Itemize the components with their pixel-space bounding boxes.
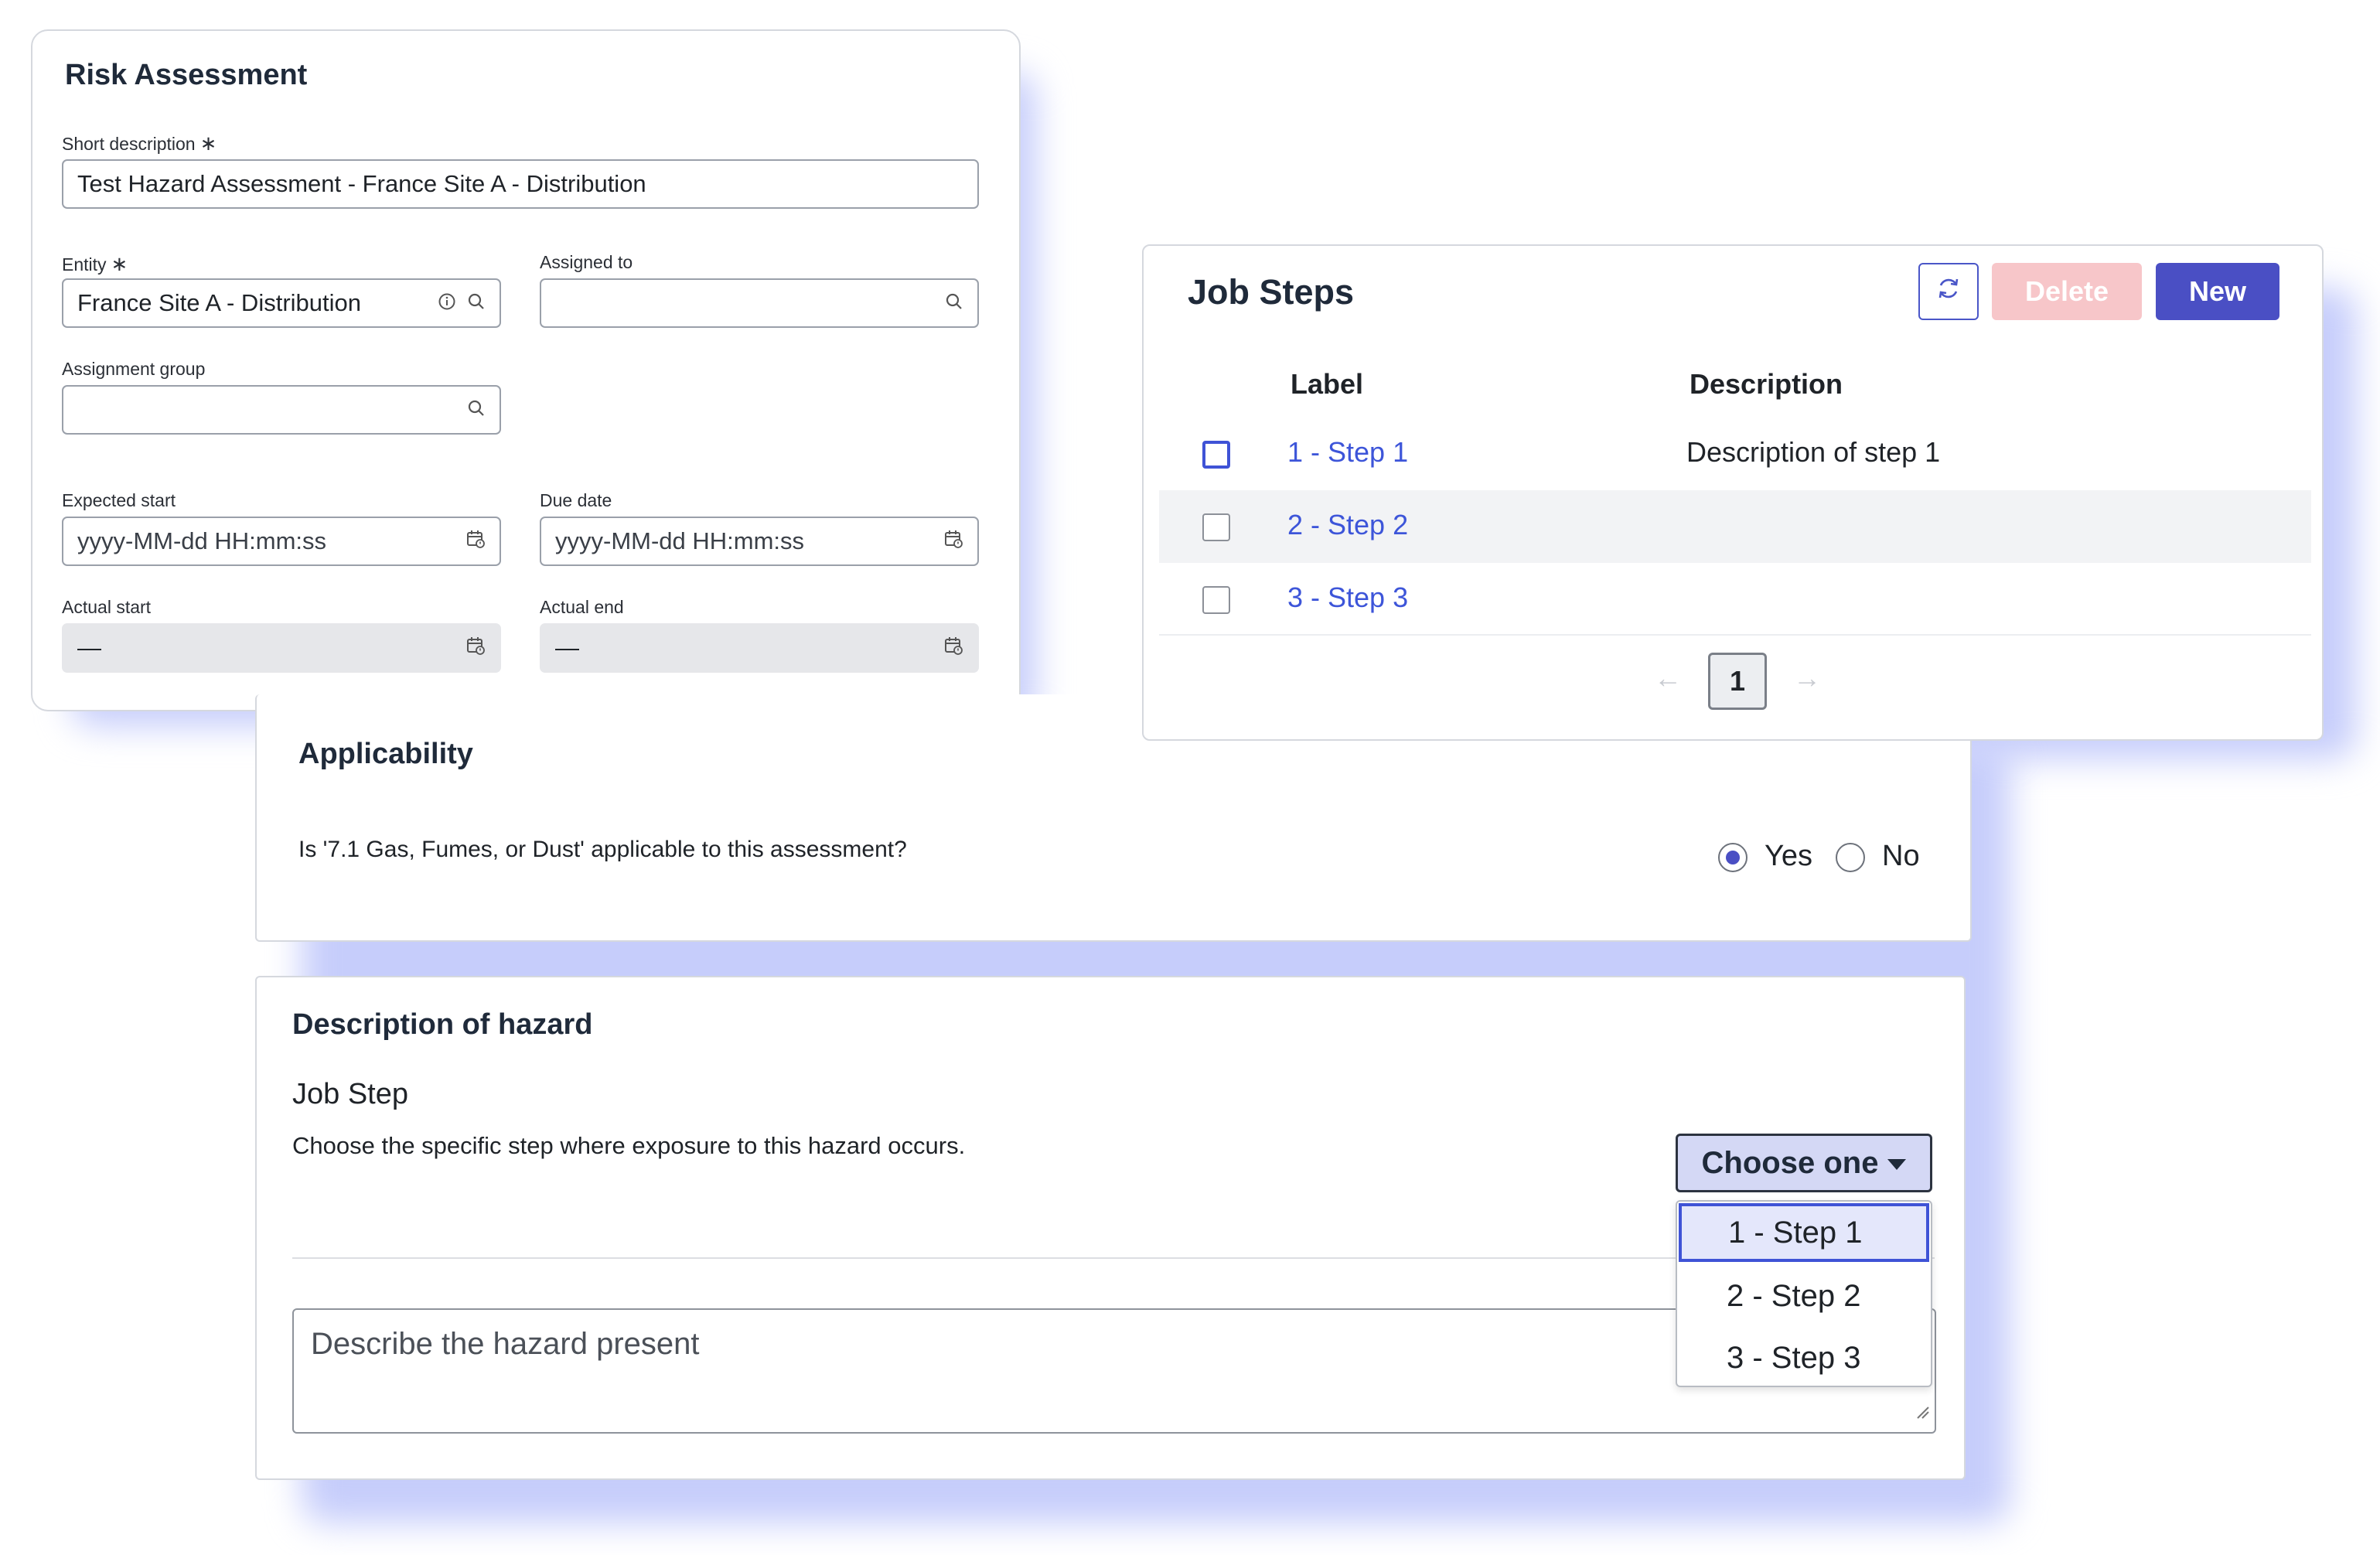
- no-radio-label[interactable]: No: [1882, 840, 1920, 873]
- entity-input[interactable]: France Site A - Distribution: [62, 278, 501, 328]
- search-icon[interactable]: [467, 396, 486, 424]
- page-1-button[interactable]: 1: [1708, 653, 1767, 710]
- calendar-icon[interactable]: [465, 527, 486, 555]
- label-column-header[interactable]: Label: [1291, 368, 1363, 401]
- risk-assessment-title: Risk Assessment: [65, 59, 308, 91]
- yes-radio-label[interactable]: Yes: [1765, 840, 1812, 873]
- actual-start-input: —: [62, 623, 501, 673]
- hazard-title: Description of hazard: [292, 1008, 593, 1041]
- row-checkbox[interactable]: [1202, 441, 1230, 469]
- info-icon[interactable]: [438, 289, 456, 317]
- due-date-label: Due date: [540, 490, 612, 510]
- short-description-input[interactable]: Test Hazard Assessment - France Site A -…: [62, 159, 979, 209]
- entity-label: Entity ∗: [62, 252, 128, 275]
- caret-down-icon: [1887, 1159, 1907, 1170]
- applicability-title: Applicability: [298, 738, 473, 770]
- dropdown-option[interactable]: 2 - Step 2: [1677, 1265, 1931, 1327]
- prev-page-icon[interactable]: ←: [1654, 662, 1682, 694]
- row-label-link[interactable]: 1 - Step 1: [1287, 436, 1408, 469]
- yes-radio[interactable]: [1718, 843, 1747, 872]
- short-description-label: Short description ∗: [62, 131, 217, 155]
- job-steps-card: Job Steps Delete New Label Description 1…: [1142, 244, 2324, 741]
- new-button[interactable]: New: [2156, 263, 2279, 320]
- actual-start-label: Actual start: [62, 597, 152, 617]
- job-steps-title: Job Steps: [1188, 272, 1355, 312]
- row-label-link[interactable]: 2 - Step 2: [1287, 509, 1408, 541]
- applicability-question: Is '7.1 Gas, Fumes, or Dust' applicable …: [298, 837, 907, 862]
- job-step-subtitle: Job Step: [292, 1078, 408, 1110]
- refresh-icon: [1933, 273, 1964, 311]
- risk-assessment-card: Risk Assessment Short description ∗ Test …: [31, 29, 1021, 711]
- assigned-to-input[interactable]: [540, 278, 979, 328]
- table-row: 1 - Step 1 Description of step 1: [1159, 418, 2311, 490]
- choose-one-dropdown[interactable]: Choose one: [1676, 1134, 1932, 1192]
- next-page-icon[interactable]: →: [1793, 662, 1821, 694]
- resize-grip-icon[interactable]: [1915, 1393, 1930, 1427]
- row-label-link[interactable]: 3 - Step 3: [1287, 581, 1408, 614]
- job-step-hint: Choose the specific step where exposure …: [292, 1132, 966, 1159]
- assignment-group-input[interactable]: [62, 385, 501, 435]
- dropdown-option[interactable]: 3 - Step 3: [1677, 1327, 1931, 1389]
- delete-button[interactable]: Delete: [1992, 263, 2142, 320]
- assignment-group-label: Assignment group: [62, 359, 206, 379]
- table-row: 2 - Step 2: [1159, 490, 2311, 563]
- actual-end-input: —: [540, 623, 979, 673]
- due-date-input[interactable]: yyyy-MM-dd HH:mm:ss: [540, 517, 979, 566]
- search-icon[interactable]: [945, 289, 963, 317]
- refresh-button[interactable]: [1918, 263, 1979, 320]
- expected-start-input[interactable]: yyyy-MM-dd HH:mm:ss: [62, 517, 501, 566]
- row-checkbox[interactable]: [1202, 513, 1230, 541]
- calendar-icon: [943, 634, 963, 662]
- required-marker: ∗: [199, 131, 217, 155]
- calendar-icon: [465, 634, 486, 662]
- table-row: 3 - Step 3: [1159, 563, 2311, 636]
- search-icon[interactable]: [467, 289, 486, 317]
- row-description: Description of step 1: [1686, 436, 1941, 468]
- actual-end-label: Actual end: [540, 597, 624, 617]
- no-radio[interactable]: [1836, 843, 1865, 872]
- expected-start-label: Expected start: [62, 490, 176, 510]
- dropdown-option[interactable]: 1 - Step 1: [1679, 1203, 1929, 1262]
- row-checkbox[interactable]: [1202, 586, 1230, 614]
- required-marker: ∗: [111, 252, 128, 275]
- assigned-to-label: Assigned to: [540, 252, 633, 272]
- dropdown-menu: 1 - Step 1 2 - Step 2 3 - Step 3: [1676, 1200, 1932, 1387]
- calendar-icon[interactable]: [943, 527, 963, 555]
- description-column-header[interactable]: Description: [1690, 368, 1843, 401]
